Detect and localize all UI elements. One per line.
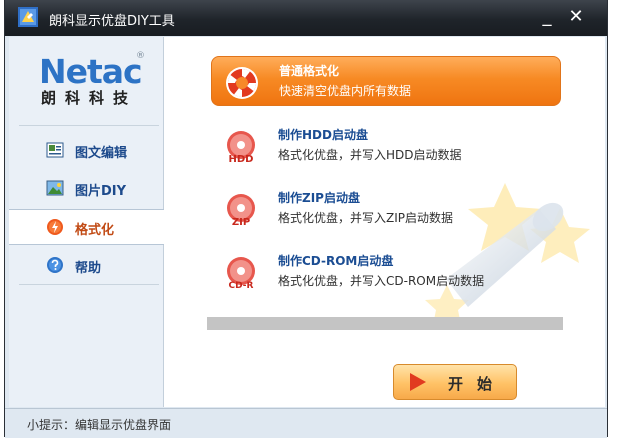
status-bar: 小提示：编辑显示优盘界面	[5, 408, 607, 438]
help-icon	[47, 257, 63, 273]
option-description: 格式化优盘，并写入CD-ROM启动数据	[278, 274, 485, 288]
option-title: 制作CD-ROM启动盘	[278, 254, 394, 268]
zip-badge: ZIP	[232, 217, 250, 228]
sidebar-item-label: 图文编辑	[75, 146, 128, 161]
main-panel: 普通格式化 快速清空优盘内所有数据 HDD 制作HDD启动盘 格式化优盘，并写入…	[164, 37, 605, 407]
start-button-label: 开始	[448, 375, 507, 393]
option-zip-boot[interactable]: ZIP 制作ZIP启动盘 格式化优盘，并写入ZIP启动数据	[211, 184, 561, 234]
sidebar-item-format[interactable]: 格式化	[9, 209, 164, 245]
play-icon	[410, 373, 426, 391]
sidebar-item-label: 帮助	[75, 261, 102, 276]
format-icon	[47, 219, 63, 235]
sidebar-item-help[interactable]: 帮助	[9, 248, 163, 282]
status-tip: 小提示：编辑显示优盘界面	[27, 418, 172, 432]
start-button[interactable]: 开始	[393, 364, 517, 400]
hdd-badge: HDD	[229, 154, 254, 165]
progress-bar	[207, 317, 563, 330]
option-title: 普通格式化	[279, 64, 340, 78]
option-cdrom-boot[interactable]: CD-R 制作CD-ROM启动盘 格式化优盘，并写入CD-ROM启动数据	[211, 247, 561, 297]
sidebar-item-picture-diy[interactable]: 图片DIY	[9, 171, 163, 205]
close-button[interactable]: ✕	[565, 6, 587, 28]
option-normal-format[interactable]: 普通格式化 快速清空优盘内所有数据	[211, 56, 561, 106]
sidebar-divider	[19, 125, 159, 126]
sidebar: Netac ® 朗科科技 图文编辑 图片DIY 格式化 帮助	[9, 37, 164, 407]
title-bar[interactable]: 朗科显示优盘DIY工具 _ ✕	[5, 0, 607, 36]
window-title: 朗科显示优盘DIY工具	[49, 14, 175, 29]
zip-disc-icon: ZIP	[227, 194, 255, 228]
sidebar-item-label: 格式化	[75, 223, 115, 238]
sidebar-item-text-edit[interactable]: 图文编辑	[9, 133, 163, 167]
option-description: 快速清空优盘内所有数据	[279, 84, 412, 98]
option-title: 制作HDD启动盘	[278, 128, 368, 142]
option-description: 格式化优盘，并写入HDD启动数据	[278, 148, 462, 162]
text-image-edit-icon	[46, 142, 64, 158]
sidebar-divider	[19, 284, 159, 285]
option-title: 制作ZIP启动盘	[278, 191, 360, 205]
sidebar-item-label: 图片DIY	[75, 184, 127, 199]
cdrom-disc-icon: CD-R	[227, 257, 255, 291]
logo: Netac	[39, 52, 143, 91]
registered-mark: ®	[136, 51, 145, 61]
option-description: 格式化优盘，并写入ZIP启动数据	[278, 211, 453, 225]
company-name: 朗科科技	[41, 89, 138, 107]
cdrom-badge: CD-R	[229, 281, 254, 291]
lifebuoy-icon	[226, 67, 258, 99]
app-window: 朗科显示优盘DIY工具 _ ✕ Netac ® 朗科科技 图文编辑 图片DIY …	[4, 0, 608, 438]
minimize-icon: _	[542, 6, 552, 27]
app-icon	[18, 7, 38, 27]
picture-icon	[46, 180, 64, 196]
close-icon: ✕	[568, 6, 584, 27]
minimize-button[interactable]: _	[536, 6, 558, 28]
option-hdd-boot[interactable]: HDD 制作HDD启动盘 格式化优盘，并写入HDD启动数据	[211, 121, 561, 171]
hdd-disc-icon: HDD	[227, 131, 255, 165]
